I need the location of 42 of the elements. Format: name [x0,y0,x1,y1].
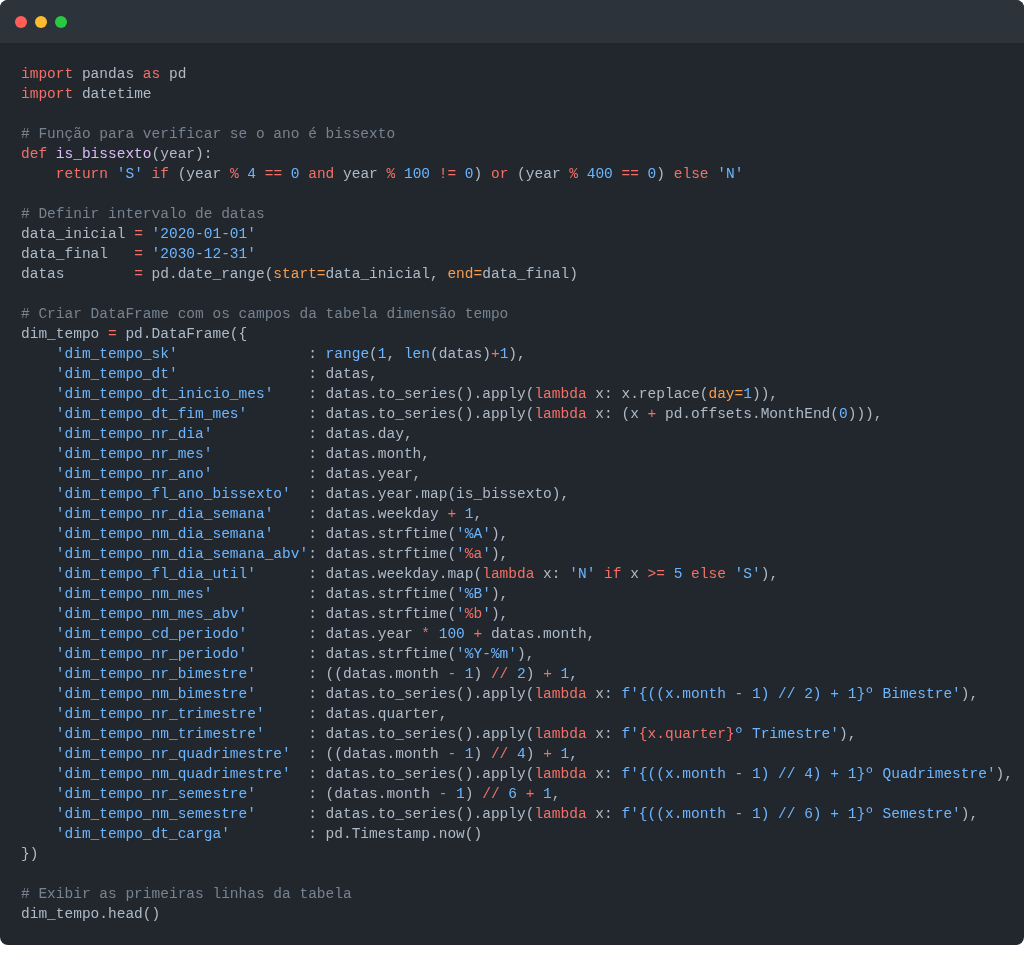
code-line: 'dim_tempo_nr_bimestre' : ((datas.month - 1) // 2) + 1, [55,666,578,682]
code-line: 'dim_tempo_nr_semestre' : (datas.month - 1) // 6 + 1, [55,786,561,802]
code-line: import pandas as pd [21,66,187,82]
code-line: 'dim_tempo_dt' : datas, [55,366,378,382]
code-line: 'dim_tempo_fl_ano_bissexto' : datas.year.map(is_bissexto), [55,486,570,502]
code-line: 'dim_tempo_nr_trimestre' : datas.quarter, [55,706,448,722]
code-line: 'dim_tempo_nm_bimestre' : datas.to_series().apply(lambda x: f'{((x.month - 1) // 2) + 1}º Bimestre'), [55,686,979,702]
code-line: 'dim_tempo_dt_fim_mes' : datas.to_series().apply(lambda x: (x + pd.offsets.MonthEnd(0))), [55,406,883,422]
code-comment: # Exibir as primeiras linhas da tabela [21,886,352,902]
code-line: 'dim_tempo_nm_mes' : datas.strftime('%B'), [55,586,509,602]
code-line: 'dim_tempo_nm_dia_semana' : datas.strftime('%A'), [55,526,509,542]
maximize-button[interactable] [55,15,67,28]
code-line: 'dim_tempo_nm_mes_abv' : datas.strftime('%b'), [55,606,509,622]
code-line: }) [21,846,39,862]
code-line: 'dim_tempo_dt_carga' : pd.Timestamp.now() [55,826,483,842]
code-line: 'dim_tempo_dt_inicio_mes' : datas.to_series().apply(lambda x: x.replace(day=1)), [55,386,779,402]
code-line: 'dim_tempo_nm_quadrimestre' : datas.to_series().apply(lambda x: f'{((x.month - 1) // 4) + 1}º Quadrimestre'), [55,766,1013,782]
code-line: 'dim_tempo_nm_dia_semana_abv': datas.strftime('%a'), [55,546,509,562]
code-comment: # Definir intervalo de datas [21,206,265,222]
code-line: 'dim_tempo_nm_trimestre' : datas.to_series().apply(lambda x: f'{x.quarter}º Trimestre'), [55,726,857,742]
code-line: 'dim_tempo_nr_dia_semana' : datas.weekday + 1, [55,506,483,522]
code-line: 'dim_tempo_nr_quadrimestre' : ((datas.month - 1) // 4) + 1, [55,746,578,762]
code-line: 'dim_tempo_nr_ano' : datas.year, [55,466,422,482]
code-line: def is_bissexto(year): [21,146,213,162]
code-line: 'dim_tempo_nr_mes' : datas.month, [55,446,430,462]
code-line: dim_tempo = pd.DataFrame({ [21,326,248,342]
code-line: 'dim_tempo_nr_periodo' : datas.strftime('%Y-%m'), [55,646,535,662]
code-line: 'dim_tempo_fl_dia_util' : datas.weekday.map(lambda x: 'N' if x >= 5 else 'S'), [55,566,779,582]
minimize-button[interactable] [35,15,47,28]
code-line: import datetime [21,86,152,102]
code-line: dim_tempo.head() [21,906,161,922]
code-line: 'dim_tempo_nr_dia' : datas.day, [55,426,413,442]
close-button[interactable] [15,15,27,28]
code-line: data_final = '2030-12-31' [21,246,256,262]
code-line: return 'S' if (year % 4 == 0 and year % 100 != 0) or (year % 400 == 0) else 'N' [55,166,744,182]
code-comment: # Função para verificar se o ano é bissexto [21,126,396,142]
code-comment: # Criar DataFrame com os campos da tabela dimensão tempo [21,306,509,322]
code-line: 'dim_tempo_nm_semestre' : datas.to_series().apply(lambda x: f'{((x.month - 1) // 6) + 1}º Semestre'), [55,806,979,822]
code-line: 'dim_tempo_sk' : range(1, len(datas)+1), [55,346,526,362]
code-line: 'dim_tempo_cd_periodo' : datas.year * 100 + datas.month, [55,626,596,642]
code-line: data_inicial = '2020-01-01' [21,226,256,242]
code-line: datas = pd.date_range(start=data_inicial, end=data_final) [21,266,578,282]
